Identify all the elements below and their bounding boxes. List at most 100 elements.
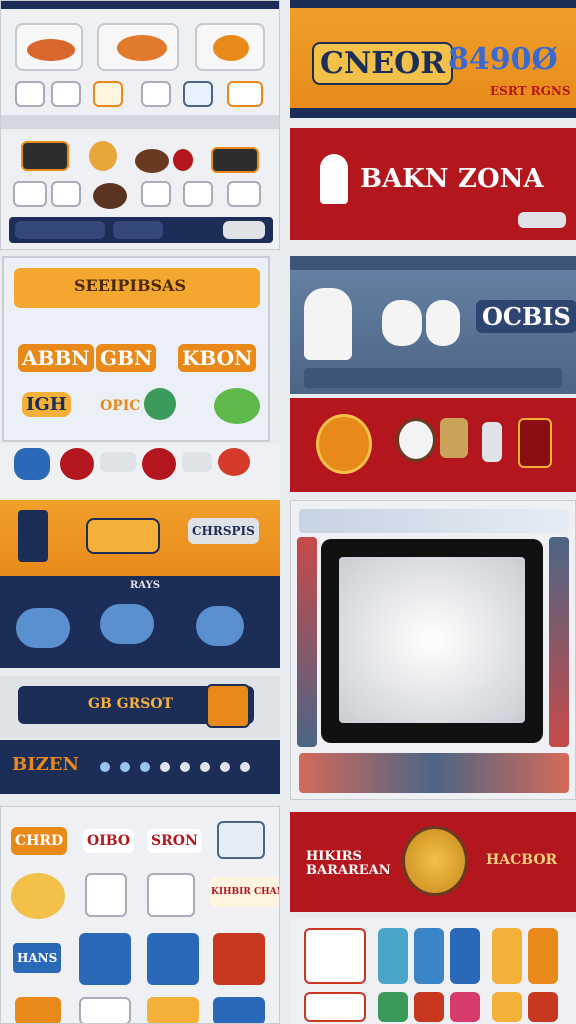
food-icon[interactable] — [21, 141, 69, 171]
ribbon-item[interactable]: OPIC — [100, 398, 140, 414]
dot-indicator[interactable] — [180, 762, 190, 772]
ribbon-item[interactable]: IGH — [22, 392, 71, 417]
plate-icon[interactable] — [183, 81, 213, 107]
dot-indicator[interactable] — [100, 762, 110, 772]
app-tile[interactable] — [15, 997, 61, 1023]
grid-item-label[interactable]: OIBO — [83, 829, 135, 853]
food-icon[interactable] — [89, 141, 117, 171]
dot-indicator[interactable] — [140, 762, 150, 772]
ribbon-item[interactable]: ABBN — [18, 344, 94, 372]
cloud-icon[interactable] — [16, 608, 70, 648]
nav-bar-label[interactable]: GB GRSOT — [88, 696, 173, 712]
phone-card[interactable] — [492, 928, 522, 984]
grid-item-label[interactable]: SRON — [147, 829, 202, 853]
badge-icon[interactable] — [206, 684, 250, 728]
ice-cream-icon[interactable] — [60, 448, 94, 480]
truck-icon[interactable] — [86, 518, 160, 554]
chef-figure-icon — [382, 300, 422, 346]
dot-indicator[interactable] — [220, 762, 230, 772]
chat-icon[interactable] — [14, 448, 50, 480]
grid-item-label[interactable]: CHRD — [11, 827, 68, 855]
app-tile[interactable] — [213, 933, 265, 985]
ice-cream-icon[interactable] — [142, 448, 176, 480]
phone-card[interactable] — [492, 992, 522, 1022]
phone-card[interactable] — [378, 928, 408, 984]
nav-bar-panel: GB GRSOT — [0, 676, 280, 738]
toolbar-button[interactable] — [223, 221, 265, 239]
dot-indicator[interactable] — [120, 762, 130, 772]
phone-card[interactable] — [528, 928, 558, 984]
cloud-icon[interactable] — [100, 604, 154, 644]
plate-icon[interactable] — [15, 81, 45, 107]
grid-item-label[interactable]: KIHBIR CHAN — [209, 877, 279, 907]
dot-indicator[interactable] — [240, 762, 250, 772]
toolbar-button[interactable] — [15, 221, 105, 239]
cloud-icon[interactable] — [196, 606, 244, 646]
food-tile[interactable] — [15, 23, 83, 71]
banner-footer-bar — [290, 108, 576, 118]
phone-card[interactable] — [414, 992, 444, 1022]
bowl-icon[interactable] — [141, 181, 171, 207]
phone-card[interactable] — [378, 992, 408, 1022]
phone-card[interactable] — [450, 928, 480, 984]
app-tile[interactable] — [79, 997, 131, 1023]
label-tag[interactable] — [100, 452, 136, 472]
phone-card[interactable] — [414, 928, 444, 984]
label-tag[interactable] — [182, 452, 212, 472]
bowl-icon[interactable] — [218, 448, 250, 476]
grid-item-label[interactable]: HANS — [13, 943, 62, 973]
top-right-banner: CNEOR 8490Ø ESRT RGNS — [290, 0, 576, 118]
ribbon-title: SEEIPIBSAS — [74, 276, 186, 295]
chef-figure-icon — [304, 288, 352, 360]
app-tile[interactable] — [79, 933, 131, 985]
tablet-panel — [290, 500, 576, 800]
mid-left-ribbon-panel: SEEIPIBSAS ABBN GBN KBON IGH OPIC — [2, 256, 270, 442]
food-icon[interactable] — [147, 873, 195, 917]
food-icon[interactable] — [173, 149, 193, 171]
food-icon[interactable] — [211, 147, 259, 173]
phone-card[interactable] — [304, 992, 366, 1022]
ribbon-item[interactable]: GBN — [96, 344, 157, 372]
dot-indicator[interactable] — [200, 762, 210, 772]
app-tile[interactable] — [147, 997, 199, 1023]
dot-indicator[interactable] — [160, 762, 170, 772]
apple-icon[interactable] — [217, 821, 265, 859]
plate-icon[interactable] — [93, 81, 123, 107]
food-tile[interactable] — [97, 23, 179, 71]
tablet-left-icon-column — [297, 537, 317, 747]
top-left-panel — [0, 0, 280, 250]
phone-icon[interactable] — [18, 510, 48, 562]
food-tile[interactable] — [195, 23, 265, 71]
ticket-card[interactable] — [304, 928, 366, 984]
plate-icon[interactable] — [51, 81, 81, 107]
bottom-left-grid: CHRD OIBO SRON KIHBIR CHAN HANS — [0, 806, 280, 1024]
dial-icon[interactable] — [396, 418, 436, 462]
food-icon[interactable] — [85, 873, 127, 917]
divider-bar — [1, 115, 279, 129]
phone-card[interactable] — [528, 992, 558, 1022]
bowl-icon[interactable] — [183, 181, 213, 207]
food-icon[interactable] — [11, 873, 65, 919]
red-banner-button[interactable] — [518, 212, 566, 228]
tablet-top-icon-row — [299, 509, 569, 533]
bottom-strip: BIZEN — [0, 740, 280, 794]
control-button[interactable] — [440, 418, 468, 458]
food-icon[interactable] — [135, 149, 169, 173]
ribbon-item[interactable]: KBON — [178, 344, 257, 372]
plate-icon[interactable] — [141, 81, 171, 107]
phone-card[interactable] — [450, 992, 480, 1022]
plate-icon[interactable] — [227, 81, 263, 107]
bowl-icon[interactable] — [13, 181, 47, 207]
control-button[interactable] — [518, 418, 552, 468]
app-tile[interactable] — [213, 997, 265, 1023]
control-button[interactable] — [482, 422, 502, 462]
tablet-screen[interactable] — [339, 557, 525, 723]
bowl-icon[interactable] — [93, 183, 127, 209]
orange-strip: CHRSPIS — [0, 500, 280, 576]
gauge-icon[interactable] — [316, 414, 372, 474]
orange-strip-label: CHRSPIS — [188, 518, 259, 544]
bowl-icon[interactable] — [227, 181, 261, 207]
app-tile[interactable] — [147, 933, 199, 985]
bowl-icon[interactable] — [51, 181, 81, 207]
toolbar-button[interactable] — [113, 221, 163, 239]
